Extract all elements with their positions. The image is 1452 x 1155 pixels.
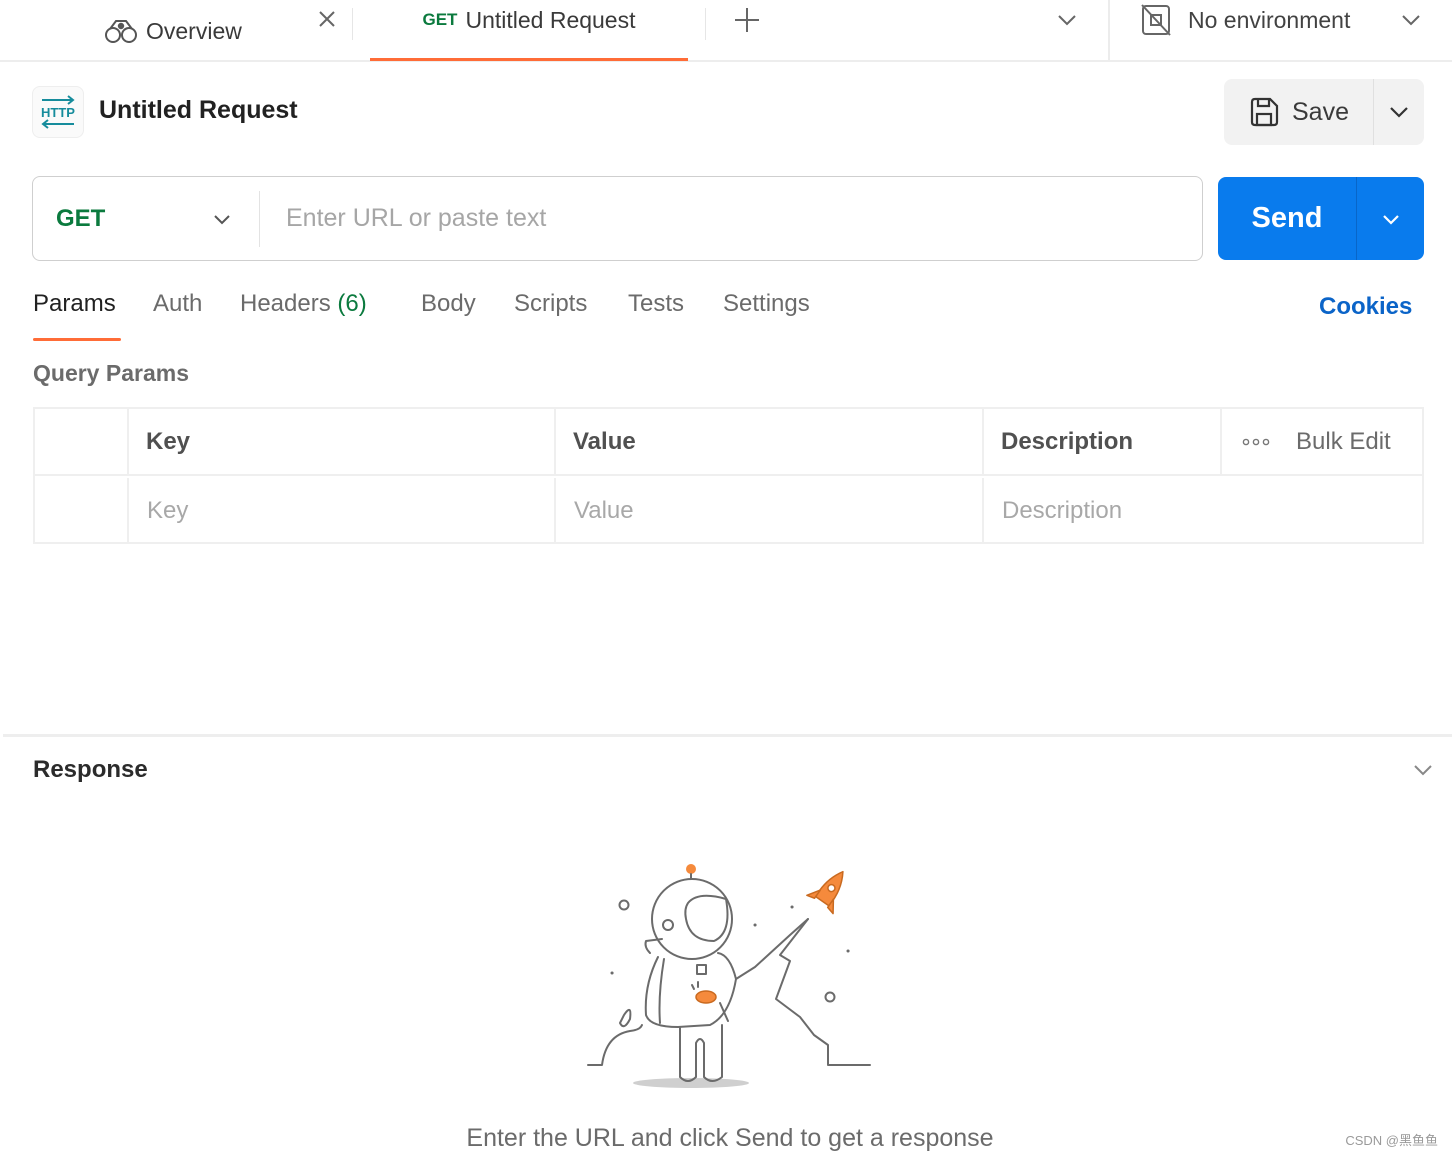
tab-untitled-request[interactable]: GET Untitled Request xyxy=(370,0,688,40)
launch-trail xyxy=(735,918,809,980)
environment-label: No environment xyxy=(1188,6,1351,33)
chevron-down-icon xyxy=(214,214,230,224)
column-header-description: Description xyxy=(982,409,1220,474)
cookies-link[interactable]: Cookies xyxy=(1319,293,1412,321)
request-title[interactable]: Untitled Request xyxy=(99,96,298,125)
table-header-row: Key Value Description Bulk Edit xyxy=(35,409,1422,476)
column-header-value: Value xyxy=(554,409,982,474)
tab-auth[interactable]: Auth xyxy=(153,290,202,318)
ground-left xyxy=(587,1024,643,1066)
query-params-table: Key Value Description Bulk Edit xyxy=(33,407,1424,544)
tab-overview-label: Overview xyxy=(146,17,242,44)
save-button-group: Save xyxy=(1224,79,1424,145)
send-button-group: Send xyxy=(1218,177,1424,260)
controller xyxy=(695,990,717,1004)
send-options-button[interactable] xyxy=(1357,177,1424,260)
active-tab-indicator xyxy=(370,58,688,61)
response-title: Response xyxy=(33,756,148,783)
visor xyxy=(684,894,729,942)
response-pane-divider[interactable] xyxy=(3,734,1452,737)
arm-left xyxy=(658,958,665,1024)
collapse-response-chevron-icon[interactable] xyxy=(1410,758,1436,782)
http-icon: HTTP xyxy=(41,95,75,129)
star-circle xyxy=(824,991,836,1003)
antenna-ball xyxy=(686,864,696,874)
spark xyxy=(691,981,699,990)
http-request-icon: HTTP xyxy=(32,86,84,138)
tab-overview[interactable]: Overview xyxy=(104,0,242,62)
description-cell xyxy=(982,478,1424,544)
method-label: GET xyxy=(56,204,106,232)
tab-headers-label: Headers xyxy=(240,290,331,317)
query-params-title: Query Params xyxy=(33,360,189,386)
key-cell xyxy=(127,478,554,544)
binoculars-icon xyxy=(105,20,137,43)
table-actions-header: Bulk Edit xyxy=(1220,409,1424,474)
send-button[interactable]: Send xyxy=(1218,177,1357,260)
helmet-dot xyxy=(662,919,674,931)
url-bar: GET xyxy=(32,176,1203,261)
value-cell xyxy=(554,478,982,544)
tab-separator xyxy=(352,8,353,40)
param-key-input[interactable] xyxy=(147,497,554,525)
response-empty-hint: Enter the URL and click Send to get a re… xyxy=(466,1124,994,1152)
active-subtab-indicator xyxy=(33,338,121,341)
http-icon-text: HTTP xyxy=(41,105,75,120)
headers-count-badge: (6) xyxy=(337,290,367,317)
row-checkbox-cell xyxy=(35,478,127,544)
tab-scripts[interactable]: Scripts xyxy=(514,290,587,318)
save-label: Save xyxy=(1292,97,1349,126)
environment-chevron-down-icon[interactable] xyxy=(1398,8,1424,32)
method-select[interactable]: GET xyxy=(33,190,260,247)
environment-selector[interactable]: No environment xyxy=(1140,0,1350,40)
environment-separator xyxy=(1108,0,1110,60)
star-circle xyxy=(618,899,630,911)
chevron-down-icon xyxy=(1390,107,1408,118)
legs xyxy=(679,1024,723,1082)
rock xyxy=(619,1008,632,1028)
plus-icon[interactable] xyxy=(733,6,761,34)
chevron-down-icon xyxy=(1382,214,1399,225)
save-button[interactable]: Save xyxy=(1224,79,1374,145)
column-header-key: Key xyxy=(127,409,554,474)
param-description-input[interactable] xyxy=(1002,497,1424,525)
no-environment-icon xyxy=(1141,4,1171,36)
chest-button xyxy=(696,964,707,975)
save-options-button[interactable] xyxy=(1374,79,1424,145)
url-input[interactable] xyxy=(260,188,1202,249)
tab-tests[interactable]: Tests xyxy=(628,290,684,318)
tab-params[interactable]: Params xyxy=(33,290,116,318)
tab-settings[interactable]: Settings xyxy=(723,290,810,318)
watermark: CSDN @黑鱼鱼 xyxy=(1345,1133,1438,1148)
tab-bar: Overview GET Untitled Request No environ… xyxy=(0,0,1452,62)
rocket xyxy=(806,870,844,915)
exhaust xyxy=(775,918,871,1066)
save-icon xyxy=(1250,97,1279,127)
param-value-input[interactable] xyxy=(574,497,982,525)
table-row xyxy=(35,478,1424,544)
tab-body[interactable]: Body xyxy=(421,290,476,318)
ellipsis-icon[interactable] xyxy=(1242,437,1270,447)
tab-method-badge: GET xyxy=(422,10,458,29)
astronaut-rocket-illustration xyxy=(587,864,871,1088)
helmet xyxy=(651,878,733,960)
checkbox-column-header xyxy=(35,409,127,474)
chevron-down-icon[interactable] xyxy=(1054,8,1080,32)
close-icon[interactable] xyxy=(314,6,340,32)
tab-separator xyxy=(705,8,706,40)
bulk-edit-button[interactable]: Bulk Edit xyxy=(1296,428,1391,456)
tab-request-label: Untitled Request xyxy=(465,6,636,33)
tab-headers[interactable]: Headers (6) xyxy=(240,290,367,318)
